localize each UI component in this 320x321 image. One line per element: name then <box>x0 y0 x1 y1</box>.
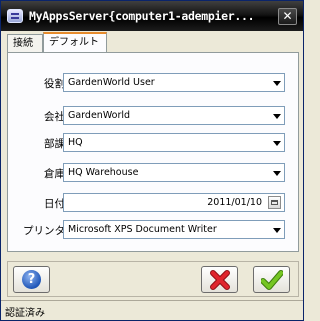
status-bar: 認証済み <box>1 300 303 320</box>
date-row: 日付 2011/01/10 <box>7 193 299 212</box>
date-value: 2011/01/10 <box>207 197 262 208</box>
printer-label: プリンタ <box>23 225 65 237</box>
cancel-button[interactable] <box>201 266 238 293</box>
window-title: MyAppsServer{computer1-adempier... <box>29 9 255 23</box>
title-bar[interactable]: MyAppsServer{computer1-adempier... ✕ <box>1 1 303 31</box>
red-x-icon <box>210 270 230 290</box>
printer-select[interactable]: Microsoft XPS Document Writer <box>63 220 285 239</box>
chevron-down-icon[interactable] <box>273 141 281 146</box>
status-text: 認証済み <box>5 308 45 319</box>
tab-defaults[interactable]: デフォルト <box>43 32 107 52</box>
role-select[interactable]: GardenWorld User <box>63 73 285 92</box>
role-value: GardenWorld User <box>68 77 155 88</box>
client-select[interactable]: GardenWorld <box>63 106 285 125</box>
help-icon: ? <box>22 270 41 289</box>
date-field[interactable]: 2011/01/10 <box>63 193 285 212</box>
printer-row: プリンタ Microsoft XPS Document Writer <box>7 220 299 239</box>
role-label: 役割 <box>44 78 65 90</box>
chevron-down-icon[interactable] <box>273 228 281 233</box>
ok-button[interactable] <box>253 266 290 293</box>
login-dialog: MyAppsServer{computer1-adempier... ✕ 接続 … <box>0 0 304 321</box>
close-button[interactable]: ✕ <box>278 8 297 25</box>
warehouse-select[interactable]: HQ Warehouse <box>63 163 285 182</box>
client-row: 会社 GardenWorld <box>7 106 299 125</box>
org-value: HQ <box>68 137 83 148</box>
chevron-down-icon[interactable] <box>273 114 281 119</box>
button-bar: ? <box>7 261 299 297</box>
date-label: 日付 <box>44 198 65 210</box>
tab-strip: 接続 デフォルト <box>7 32 299 54</box>
warehouse-label: 倉庫 <box>44 168 65 180</box>
client-label: 会社 <box>44 111 65 123</box>
org-row: 部課 HQ <box>7 133 299 152</box>
org-label: 部課 <box>44 138 65 150</box>
role-row: 役割 GardenWorld User <box>7 73 299 92</box>
client-value: GardenWorld <box>68 110 131 121</box>
green-check-icon <box>261 270 283 290</box>
printer-value: Microsoft XPS Document Writer <box>68 224 217 235</box>
chevron-down-icon[interactable] <box>273 81 281 86</box>
help-button[interactable]: ? <box>13 266 50 293</box>
warehouse-value: HQ Warehouse <box>68 167 139 178</box>
warehouse-row: 倉庫 HQ Warehouse <box>7 163 299 182</box>
app-icon <box>7 9 23 23</box>
chevron-down-icon[interactable] <box>273 171 281 176</box>
org-select[interactable]: HQ <box>63 133 285 152</box>
tab-connection[interactable]: 接続 <box>7 34 43 52</box>
calendar-icon[interactable] <box>268 196 281 209</box>
